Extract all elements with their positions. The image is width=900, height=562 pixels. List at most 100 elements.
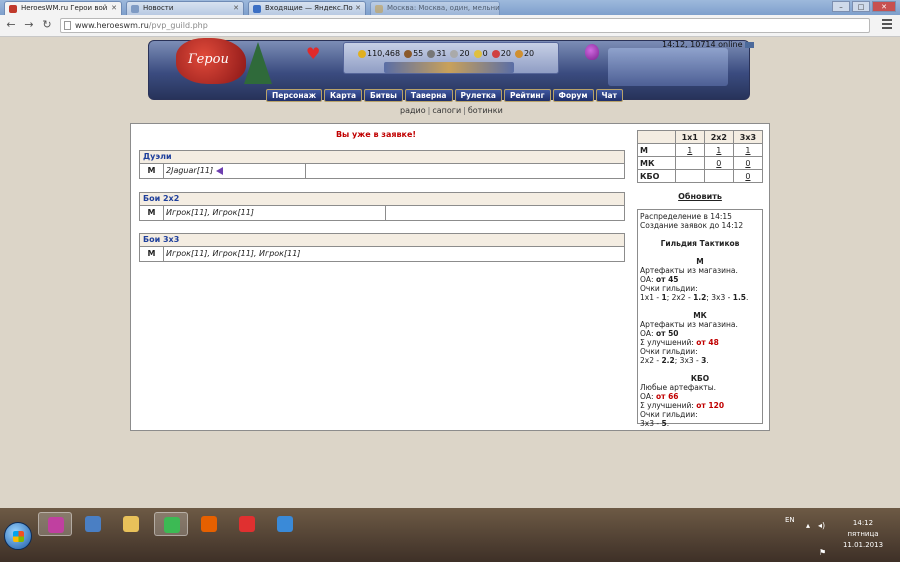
arrow-right-icon[interactable]: → xyxy=(22,18,36,32)
p-value: 2.2 xyxy=(661,356,675,365)
tab-news[interactable]: Новости ✕ xyxy=(126,1,244,15)
mercury-icon xyxy=(450,49,459,58)
mk-title: МК xyxy=(693,311,707,320)
maximize-icon[interactable]: □ xyxy=(852,1,870,12)
close-tab-icon[interactable]: ✕ xyxy=(233,4,239,12)
folder-icon xyxy=(123,516,139,532)
p-label: 1x1 - xyxy=(640,293,660,302)
resource-value: 20 xyxy=(500,49,511,58)
stats-row-kbo: КБО 0 xyxy=(637,169,764,183)
taskbar-clock[interactable]: 14:12 пятница 11.01.2013 xyxy=(838,518,888,551)
row-code: М xyxy=(140,206,164,220)
count-link[interactable]: 0 xyxy=(745,159,750,168)
mk-artifacts: Артефакты из магазина. xyxy=(640,320,738,329)
arrow-left-icon[interactable]: ← xyxy=(4,18,18,32)
volume-icon[interactable]: ◂) xyxy=(818,522,826,530)
players-cell: 2Jaguar[11] xyxy=(164,164,306,178)
oa-value: от 45 xyxy=(655,275,679,284)
count-link[interactable]: 0 xyxy=(716,159,721,168)
p-label: 3x3 - xyxy=(640,419,660,428)
windows-logo-icon xyxy=(13,531,24,542)
player-link[interactable]: 2Jaguar[11] xyxy=(166,166,213,175)
heart-icon[interactable]: ♥ xyxy=(306,46,322,62)
winrar-icon xyxy=(48,517,64,533)
tab-label: Входящие — Яндекс.По xyxy=(265,4,353,12)
resource-item: 31 xyxy=(427,49,446,58)
wood-icon xyxy=(404,49,413,58)
group-title: Бои 2x2 xyxy=(140,193,624,206)
nav-item[interactable]: Карта xyxy=(324,89,363,102)
start-button[interactable] xyxy=(4,522,32,550)
link-radio[interactable]: радио xyxy=(400,106,426,115)
action-center-flag-icon[interactable]: ⚑ xyxy=(819,548,826,557)
taskbar-item[interactable] xyxy=(114,512,148,536)
close-tab-icon[interactable]: ✕ xyxy=(355,4,361,12)
taskbar-item[interactable] xyxy=(38,512,72,536)
taskbar-item[interactable] xyxy=(154,512,188,536)
nav-item[interactable]: Чат xyxy=(595,89,623,102)
nav-item[interactable]: Рейтинг xyxy=(503,89,551,102)
link-botinki[interactable]: ботинки xyxy=(468,106,503,115)
crystal-icon xyxy=(491,49,500,58)
nav-item[interactable]: Персонаж xyxy=(266,89,323,102)
language-indicator[interactable]: EN xyxy=(785,516,795,524)
tab-yandex-mail[interactable]: Входящие — Яндекс.По ✕ xyxy=(248,1,366,15)
stats-row-m: М 1 1 1 xyxy=(637,143,764,157)
stats-cell xyxy=(674,156,705,170)
player-links[interactable]: Игрок[11], Игрок[11] xyxy=(166,208,254,217)
row-label: МК xyxy=(637,156,676,170)
minimize-icon[interactable]: – xyxy=(832,1,850,12)
game-logo[interactable]: Герои xyxy=(176,38,246,84)
m-artifacts: Артефакты из магазина. xyxy=(640,266,738,275)
tab-label: Москва: Москва, один, мельница и ... xyxy=(387,4,500,12)
m-points: 1x1 - 1; 2x2 - 1.2; 3x3 - 1.5. xyxy=(640,293,749,302)
refresh-link[interactable]: Обновить xyxy=(637,192,763,201)
player-links[interactable]: Игрок[11], Игрок[11], Игрок[11] xyxy=(166,249,300,258)
tab-heroeswm[interactable]: HeroesWM.ru Герои вой ✕ xyxy=(4,1,122,15)
potion-icon[interactable] xyxy=(585,44,599,60)
show-hidden-icons-icon[interactable]: ▴ xyxy=(806,522,814,530)
nav-item[interactable]: Рулетка xyxy=(454,89,502,102)
clock-time: 14:12 xyxy=(852,519,874,527)
link-sapogi[interactable]: сапоги xyxy=(432,106,461,115)
nav-item[interactable]: Форум xyxy=(552,89,594,102)
oa-value: от 66 xyxy=(655,392,679,401)
castle-scene xyxy=(608,48,728,86)
count-link[interactable]: 1 xyxy=(687,146,692,155)
resource-item: 20 xyxy=(514,49,534,58)
count-link[interactable]: 1 xyxy=(716,146,721,155)
count-link[interactable]: 0 xyxy=(745,172,750,181)
stats-corner xyxy=(637,130,676,144)
firefox-icon xyxy=(201,516,217,532)
kbo-sum: Σ улучшений: от 120 xyxy=(640,401,760,410)
online-icon[interactable] xyxy=(744,41,754,48)
clock-weekday: пятница xyxy=(847,530,879,538)
taskbar-item[interactable] xyxy=(230,512,264,536)
nav-item[interactable]: Таверна xyxy=(404,89,453,102)
group-title: Дуэли xyxy=(140,151,624,164)
taskbar-item[interactable] xyxy=(268,512,302,536)
tab-background[interactable]: Москва: Москва, один, мельница и ... xyxy=(370,1,500,15)
chrome-icon xyxy=(164,517,180,533)
browser-tab-strip: HeroesWM.ru Герои вой ✕ Новости ✕ Входящ… xyxy=(0,0,900,15)
close-tab-icon[interactable]: ✕ xyxy=(111,4,117,12)
close-window-icon[interactable]: ✕ xyxy=(872,1,896,12)
nav-item[interactable]: Битвы xyxy=(364,89,403,102)
tab-label: Новости xyxy=(143,4,174,12)
creation-deadline: Создание заявок до 14:12 xyxy=(640,221,744,230)
count-link[interactable]: 1 xyxy=(745,146,750,155)
resource-value: 31 xyxy=(436,49,447,58)
taskbar-item[interactable] xyxy=(192,512,226,536)
page-favicon-icon xyxy=(375,5,383,13)
empty-cell xyxy=(386,206,624,220)
taskbar-item[interactable] xyxy=(76,512,110,536)
kbo-title: КБО xyxy=(690,374,710,383)
stats-header-row: 1x1 2x2 3x3 xyxy=(637,130,764,144)
resource-value: 110,468 xyxy=(367,49,401,58)
reload-icon[interactable]: ↻ xyxy=(40,18,54,32)
row-code: М xyxy=(140,247,164,261)
address-bar[interactable]: www.heroeswm.ru/pvp_guild.php xyxy=(60,18,870,33)
browser-menu-icon[interactable] xyxy=(882,19,892,31)
group-3x3: Бои 3x3 М Игрок[11], Игрок[11], Игрок[11… xyxy=(139,233,625,262)
kbo-points: 3x3 - 5. xyxy=(640,419,670,428)
